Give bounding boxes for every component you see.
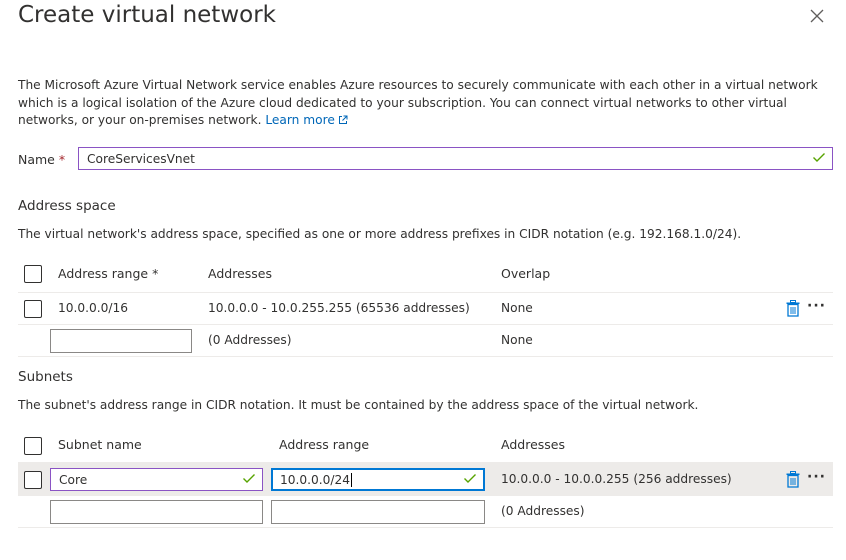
address-row-checkbox[interactable]: [24, 300, 42, 318]
valid-check-icon: [463, 473, 477, 487]
divider: [18, 324, 833, 325]
close-icon[interactable]: [806, 5, 828, 27]
name-label: Name *: [18, 152, 66, 167]
valid-check-icon: [812, 152, 826, 166]
intro-text: The Microsoft Azure Virtual Network serv…: [18, 78, 818, 127]
divider: [18, 356, 833, 357]
overlap-header: Overlap: [501, 266, 551, 281]
subnets-description: The subnet's address range in CIDR notat…: [18, 398, 699, 412]
address-range-header: Address range *: [58, 266, 159, 281]
address-space-description: The virtual network's address space, spe…: [18, 227, 742, 241]
addresses-header: Addresses: [208, 266, 272, 281]
divider: [18, 495, 833, 496]
subnets-title: Subnets: [18, 369, 73, 385]
subnet-name-header: Subnet name: [58, 437, 142, 452]
subnet-range-header: Address range: [279, 437, 370, 452]
new-addresses-cell: (0 Addresses): [208, 333, 292, 347]
subnet-range-input[interactable]: 10.0.0.0/24: [271, 468, 485, 491]
delete-address-icon[interactable]: [786, 300, 800, 321]
divider: [18, 527, 833, 528]
subnet-addresses-cell: 10.0.0.0 - 10.0.0.255 (256 addresses): [501, 472, 732, 486]
learn-more-link[interactable]: Learn more: [265, 113, 348, 127]
select-all-address-checkbox[interactable]: [24, 265, 42, 283]
valid-check-icon: [242, 473, 256, 487]
addresses-cell: 10.0.0.0 - 10.0.255.255 (65536 addresses…: [208, 301, 470, 315]
subnet-row-checkbox[interactable]: [24, 471, 42, 489]
new-overlap-cell: None: [501, 333, 533, 347]
more-options-icon[interactable]: ···: [807, 298, 826, 314]
select-all-subnets-checkbox[interactable]: [24, 437, 42, 455]
divider: [18, 292, 833, 293]
new-address-range-input[interactable]: [50, 329, 192, 353]
new-subnet-range-input[interactable]: [271, 500, 485, 524]
page-title: Create virtual network: [18, 2, 276, 28]
text-cursor: [351, 472, 353, 487]
intro-description: The Microsoft Azure Virtual Network serv…: [18, 77, 833, 131]
delete-subnet-icon[interactable]: [786, 471, 800, 492]
more-options-icon[interactable]: ···: [807, 469, 826, 485]
subnet-name-input[interactable]: Core: [50, 468, 263, 491]
overlap-cell: None: [501, 301, 533, 315]
new-subnet-name-input[interactable]: [50, 500, 263, 524]
address-space-title: Address space: [18, 198, 116, 214]
subnet-addresses-header: Addresses: [501, 437, 565, 452]
new-subnet-addresses-cell: (0 Addresses): [501, 504, 585, 518]
name-input[interactable]: CoreServicesVnet: [78, 147, 833, 170]
address-range-cell: 10.0.0.0/16: [58, 301, 129, 315]
external-link-icon: [338, 113, 348, 131]
